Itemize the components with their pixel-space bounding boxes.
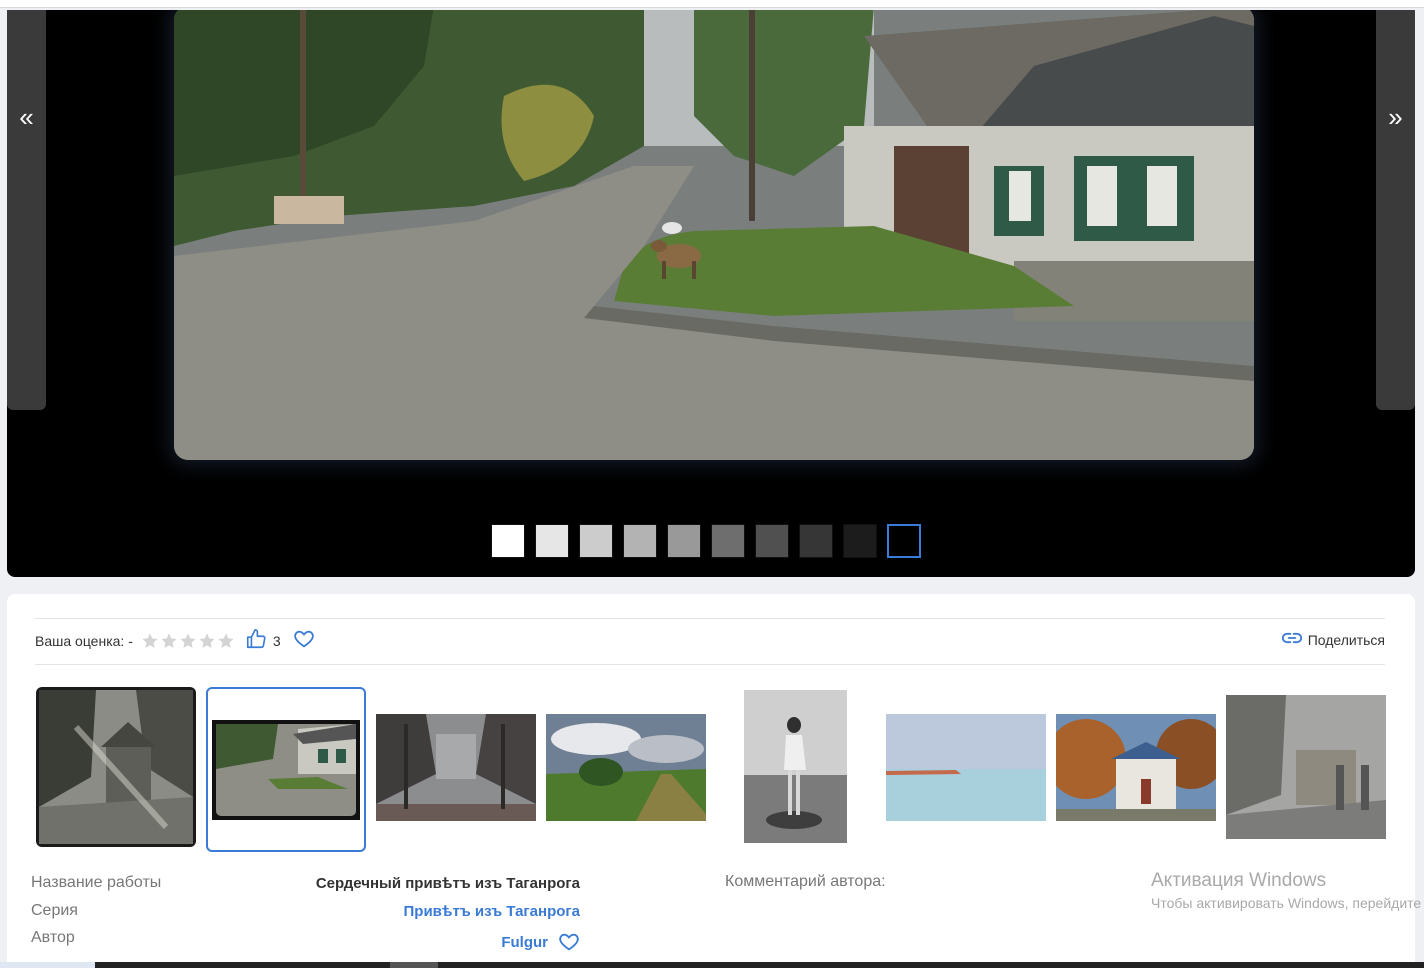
star-rating[interactable] [141,632,235,650]
share-label: Поделиться [1307,631,1385,648]
author-comment-label: Комментарий автора: [725,873,886,890]
like-count: 3 [272,633,281,649]
thumbnail-overgrown-church[interactable] [36,687,196,847]
thumbnail-autumn-mansion[interactable] [1056,714,1216,821]
background-swatch[interactable] [535,524,569,558]
work-title: Сердечный привѣтъ изъ Таганрога [315,875,580,892]
taskbar [0,962,1424,968]
windows-activation-watermark: Активация Windows Чтобы активировать Win… [1151,870,1421,911]
watermark-title: Активация Windows [1151,870,1327,891]
series-link[interactable]: Привѣтъ изъ Таганрога [404,903,580,920]
star-icon[interactable] [160,632,178,650]
background-swatch[interactable] [623,524,657,558]
background-swatch[interactable] [667,524,701,558]
thumbnail-taganrog-street[interactable] [206,687,366,852]
author-link[interactable]: Fulgur [501,934,548,951]
divider [35,664,1385,665]
background-swatch[interactable] [579,524,613,558]
background-color-picker [491,524,921,558]
main-photo[interactable] [174,10,1254,460]
thumbnail-woman-on-rock[interactable] [744,690,847,843]
star-icon[interactable] [198,632,216,650]
photo-viewer: « » [7,10,1415,577]
thumbnail-foggy-alley[interactable] [376,714,536,821]
background-swatch[interactable] [843,524,877,558]
series-label: Серия [31,902,78,919]
thumbnail-sea-horizon[interactable] [886,714,1046,821]
background-swatch[interactable] [887,524,921,558]
like-button[interactable]: 3 [245,628,281,655]
taskbar-app[interactable] [390,962,438,968]
rating-label: Ваша оценка: - [35,633,133,649]
background-swatch[interactable] [491,524,525,558]
link-icon [1281,631,1302,648]
star-icon[interactable] [179,632,197,650]
divider [35,618,1385,619]
taskbar-start-area[interactable] [0,962,95,968]
heart-icon [293,628,315,655]
thumbnail-field-road[interactable] [546,714,706,821]
title-label: Название работы [31,874,162,891]
background-swatch[interactable] [755,524,789,558]
photo-info-panel: Ваша оценка: - 3 Поделиться Название раб… [7,594,1415,968]
author-label: Автор [31,929,75,946]
share-button[interactable]: Поделиться [1281,631,1385,648]
star-icon[interactable] [217,632,235,650]
watermark-subtitle: Чтобы активировать Windows, перейдите [1151,895,1422,911]
thumbs-up-icon [245,628,267,655]
favorite-button[interactable] [293,628,315,655]
rating-row: Ваша оценка: - 3 [35,626,315,656]
background-swatch[interactable] [799,524,833,558]
star-icon[interactable] [141,632,159,650]
thumbnail-snowy-street[interactable] [1226,695,1386,839]
previous-photo-button[interactable]: « [7,10,46,410]
author-row: Fulgur [501,931,580,953]
browser-top-strip [0,0,1424,8]
background-swatch[interactable] [711,524,745,558]
next-photo-button[interactable]: » [1376,10,1415,410]
follow-author-heart-icon[interactable] [558,931,580,953]
